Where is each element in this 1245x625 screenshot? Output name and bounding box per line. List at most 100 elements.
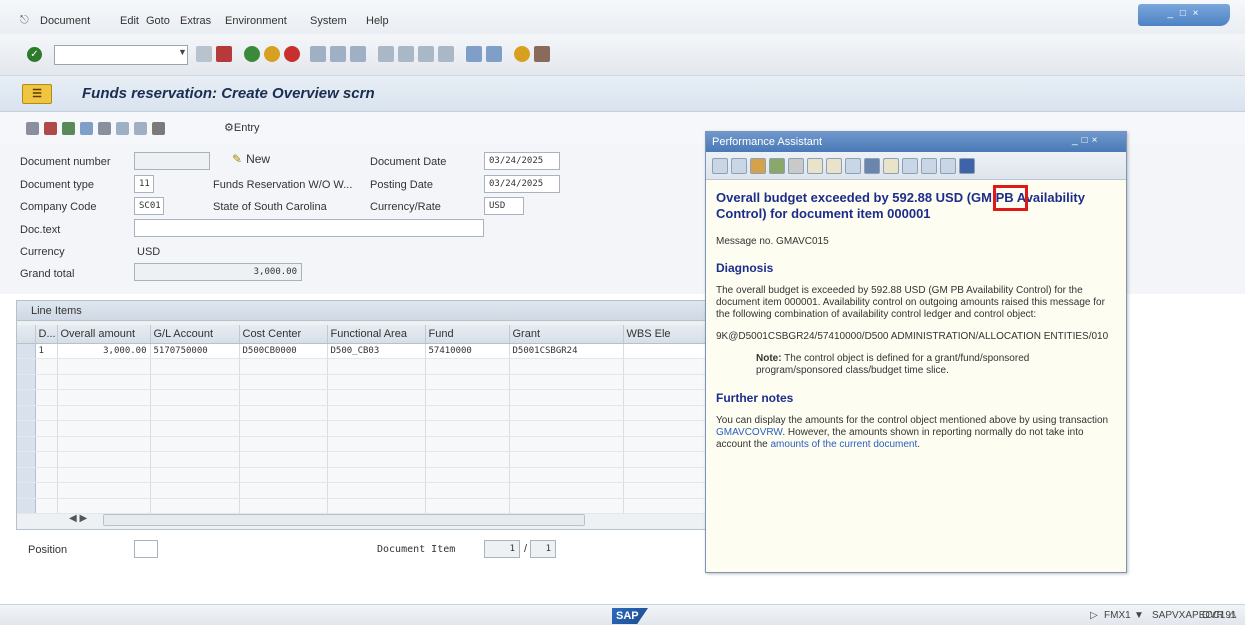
table-cell[interactable] [150, 436, 240, 452]
table-row[interactable] [17, 358, 712, 375]
check-icon[interactable] [98, 122, 111, 135]
row-selector[interactable] [17, 467, 36, 483]
table-cell[interactable] [150, 358, 240, 375]
column-header[interactable]: Fund [425, 325, 510, 344]
column-header[interactable]: G/L Account [150, 325, 240, 344]
table-cell[interactable] [509, 451, 624, 468]
posting-date-field[interactable]: 03/24/2025 [484, 175, 560, 193]
table-cell[interactable] [425, 436, 510, 452]
back-arrow-icon[interactable] [712, 158, 728, 174]
table-row[interactable] [17, 389, 712, 406]
table-cell[interactable] [35, 389, 58, 406]
table-cell[interactable] [57, 436, 151, 452]
table-cell[interactable]: 5170750000 [150, 343, 240, 359]
details-icon[interactable] [62, 122, 75, 135]
print-icon[interactable] [902, 158, 918, 174]
cancel-icon[interactable] [284, 46, 300, 62]
table-cell[interactable] [57, 467, 151, 483]
table-cell[interactable] [239, 498, 328, 514]
play-icon[interactable]: ▷ [1090, 610, 1098, 621]
settings-icon[interactable] [864, 158, 880, 174]
table-cell[interactable]: D500_CB03 [327, 343, 426, 359]
first-page-icon[interactable] [378, 46, 394, 62]
row-selector[interactable] [17, 405, 36, 421]
last-page-icon[interactable] [438, 46, 454, 62]
find-icon[interactable] [921, 158, 937, 174]
table-cell[interactable] [425, 358, 510, 375]
table-cell[interactable] [509, 374, 624, 390]
chevron-down-icon[interactable]: ▼ [1134, 610, 1144, 621]
edit-icon[interactable] [788, 158, 804, 174]
table-cell[interactable] [509, 436, 624, 452]
table-cell[interactable]: D5001CSBGR24 [509, 343, 624, 359]
table-cell[interactable] [509, 358, 624, 375]
lock-icon[interactable]: ⚠ [1228, 610, 1237, 621]
table-cell[interactable] [327, 467, 426, 483]
table-cell[interactable] [35, 482, 58, 499]
menu-edit[interactable]: Edit [120, 15, 139, 27]
table-cell[interactable] [239, 389, 328, 406]
table-cell[interactable] [327, 405, 426, 421]
entry-button[interactable]: ⚙Entry [224, 121, 260, 134]
table-cell[interactable] [150, 498, 240, 514]
table-cell[interactable] [425, 467, 510, 483]
row-selector[interactable] [17, 358, 36, 375]
table-cell[interactable] [150, 420, 240, 437]
company-code-field[interactable]: SC01 [134, 197, 164, 215]
table-cell[interactable] [239, 420, 328, 437]
table-cell[interactable]: D500CB0000 [239, 343, 328, 359]
table-cell[interactable] [509, 498, 624, 514]
table-cell[interactable] [57, 482, 151, 499]
technical-info-icon[interactable] [769, 158, 785, 174]
table-cell[interactable] [425, 374, 510, 390]
other-document-icon[interactable] [26, 122, 39, 135]
forward-arrow-icon[interactable] [731, 158, 747, 174]
gmavcovrw-link[interactable]: GMAVCOVRW [716, 427, 782, 438]
column-header[interactable]: Functional Area [327, 325, 426, 344]
table-cell[interactable] [35, 498, 58, 514]
table-cell[interactable] [35, 358, 58, 375]
table-cell[interactable] [425, 389, 510, 406]
table-cell[interactable] [509, 405, 624, 421]
table-cell[interactable] [150, 482, 240, 499]
table-row[interactable]: 1 3,000.00 5170750000 D500CB0000 D500_CB… [17, 343, 712, 359]
sap-menu-icon[interactable]: ⎋ [20, 14, 29, 27]
table-cell[interactable] [35, 374, 58, 390]
table-cell[interactable] [623, 451, 712, 468]
table-cell[interactable]: 3,000.00 [57, 343, 151, 359]
note-icon[interactable] [826, 158, 842, 174]
table-cell[interactable] [327, 498, 426, 514]
scroll-arrows-icon[interactable]: ◀ ▶ [69, 513, 87, 524]
table-cell[interactable] [239, 467, 328, 483]
row-selector[interactable] [17, 436, 36, 452]
print-icon[interactable] [310, 46, 326, 62]
table-cell[interactable] [327, 436, 426, 452]
new-button[interactable]: ✎ New [232, 152, 270, 166]
table-cell[interactable] [425, 420, 510, 437]
table-cell[interactable] [57, 358, 151, 375]
new-session-icon[interactable] [466, 46, 482, 62]
table-cell[interactable] [327, 482, 426, 499]
row-selector[interactable] [17, 482, 36, 499]
table-cell[interactable] [239, 358, 328, 375]
position-field[interactable] [134, 540, 158, 558]
delete-icon[interactable] [152, 122, 165, 135]
table-cell[interactable] [57, 420, 151, 437]
menu-environment[interactable]: Environment [225, 15, 287, 27]
sidebar-icon[interactable] [845, 158, 861, 174]
table-cell[interactable] [150, 405, 240, 421]
table-cell[interactable] [623, 374, 712, 390]
table-cell[interactable] [327, 451, 426, 468]
table-cell[interactable] [425, 405, 510, 421]
shortcut-icon[interactable] [486, 46, 502, 62]
row-selector[interactable] [17, 451, 36, 468]
header-icon[interactable] [44, 122, 57, 135]
find-next-icon[interactable] [940, 158, 956, 174]
table-cell[interactable] [425, 482, 510, 499]
table-cell[interactable] [327, 389, 426, 406]
column-header[interactable]: Cost Center [239, 325, 328, 344]
column-header[interactable]: Overall amount [57, 325, 151, 344]
window-controls[interactable]: _□× [1072, 135, 1101, 146]
table-cell[interactable] [509, 420, 624, 437]
table-cell[interactable] [509, 482, 624, 499]
